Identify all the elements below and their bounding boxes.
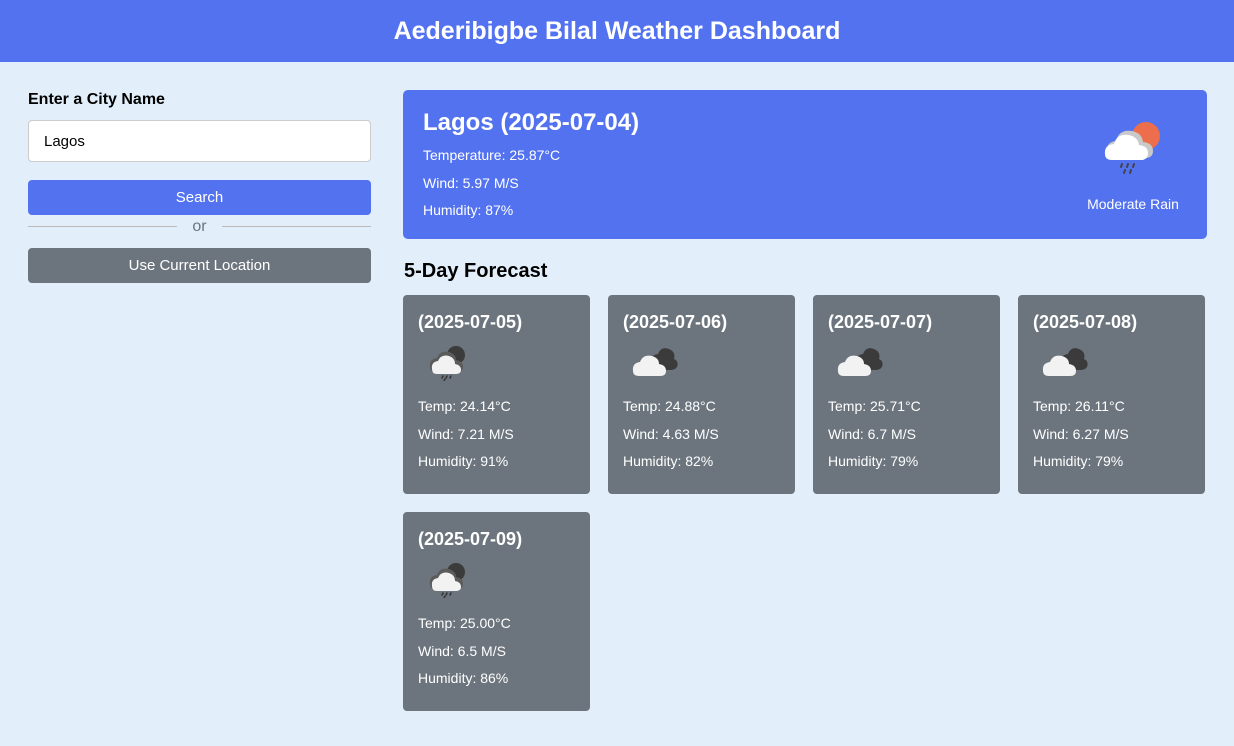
search-panel: Enter a City Name Search or Use Current … <box>28 90 372 283</box>
separator-line-right <box>221 226 372 227</box>
broken-clouds-icon <box>837 348 883 376</box>
broken-clouds-icon <box>1042 348 1088 376</box>
current-humidity: Humidity: 87% <box>423 202 514 218</box>
forecast-humidity: Humidity: 79% <box>828 453 919 469</box>
rain-cloud-icon <box>429 346 465 382</box>
forecast-humidity: Humidity: 91% <box>418 453 509 469</box>
forecast-humidity: Humidity: 79% <box>1033 453 1124 469</box>
forecast-date: (2025-07-09) <box>418 529 523 549</box>
or-separator: or <box>28 215 372 238</box>
forecast-wind: Wind: 6.27 M/S <box>1033 425 1129 442</box>
forecast-wind: Wind: 6.7 M/S <box>828 425 916 442</box>
forecast-humidity: Humidity: 86% <box>418 670 509 686</box>
use-current-location-button[interactable]: Use Current Location <box>28 248 371 283</box>
forecast-humidity: Humidity: 82% <box>623 453 714 469</box>
forecast-title: 5-Day Forecast <box>404 260 548 282</box>
current-weather-icon-box: Moderate Rain <box>1083 118 1183 212</box>
forecast-date: (2025-07-05) <box>418 312 523 332</box>
forecast-wind: Wind: 6.5 M/S <box>418 642 506 659</box>
rain-cloud-icon <box>429 563 465 599</box>
forecast-temp: Temp: 24.14°C <box>418 398 511 414</box>
current-wind: Wind: 5.97 M/S <box>423 174 519 191</box>
forecast-wind: Wind: 4.63 M/S <box>623 425 719 442</box>
search-button[interactable]: Search <box>28 180 371 215</box>
forecast-cards: (2025-07-05) Temp: 24.14°C Wind: 7.21 M/… <box>403 295 1207 711</box>
forecast-card: (2025-07-09) Temp: 25.00°C Wind: 6.5 M/S… <box>403 512 590 711</box>
dashboard-container: Enter a City Name Search or Use Current … <box>0 62 1234 746</box>
forecast-temp: Temp: 26.11°C <box>1033 398 1125 414</box>
forecast-temp: Temp: 25.00°C <box>418 615 511 631</box>
current-weather-description: Moderate Rain <box>1087 196 1179 212</box>
forecast-date: (2025-07-07) <box>828 312 933 332</box>
weather-data: Lagos (2025-07-04) Temperature: 25.87°C … <box>403 90 1207 711</box>
forecast-card: (2025-07-06) Temp: 24.88°C Wind: 4.63 M/… <box>608 295 795 494</box>
separator-line-left <box>28 226 178 227</box>
current-temperature: Temperature: 25.87°C <box>423 147 561 163</box>
page-title: Aederibigbe Bilal Weather Dashboard <box>393 16 841 45</box>
current-weather-card: Lagos (2025-07-04) Temperature: 25.87°C … <box>403 90 1207 239</box>
forecast-date: (2025-07-06) <box>623 312 728 332</box>
page-header: Aederibigbe Bilal Weather Dashboard <box>0 0 1234 62</box>
forecast-card: (2025-07-08) Temp: 26.11°C Wind: 6.27 M/… <box>1018 295 1205 494</box>
city-input[interactable] <box>28 120 371 162</box>
city-input-label: Enter a City Name <box>28 91 165 108</box>
forecast-temp: Temp: 25.71°C <box>828 398 921 414</box>
broken-clouds-icon <box>632 348 678 376</box>
rain-cloud-sun-icon <box>1104 122 1160 174</box>
forecast-card: (2025-07-07) Temp: 25.71°C Wind: 6.7 M/S… <box>813 295 1000 494</box>
forecast-wind: Wind: 7.21 M/S <box>418 425 514 442</box>
forecast-date: (2025-07-08) <box>1033 312 1138 332</box>
forecast-temp: Temp: 24.88°C <box>623 398 716 414</box>
separator-text: or <box>192 217 207 235</box>
current-weather-heading: Lagos (2025-07-04) <box>423 109 640 136</box>
forecast-card: (2025-07-05) Temp: 24.14°C Wind: 7.21 M/… <box>403 295 590 494</box>
